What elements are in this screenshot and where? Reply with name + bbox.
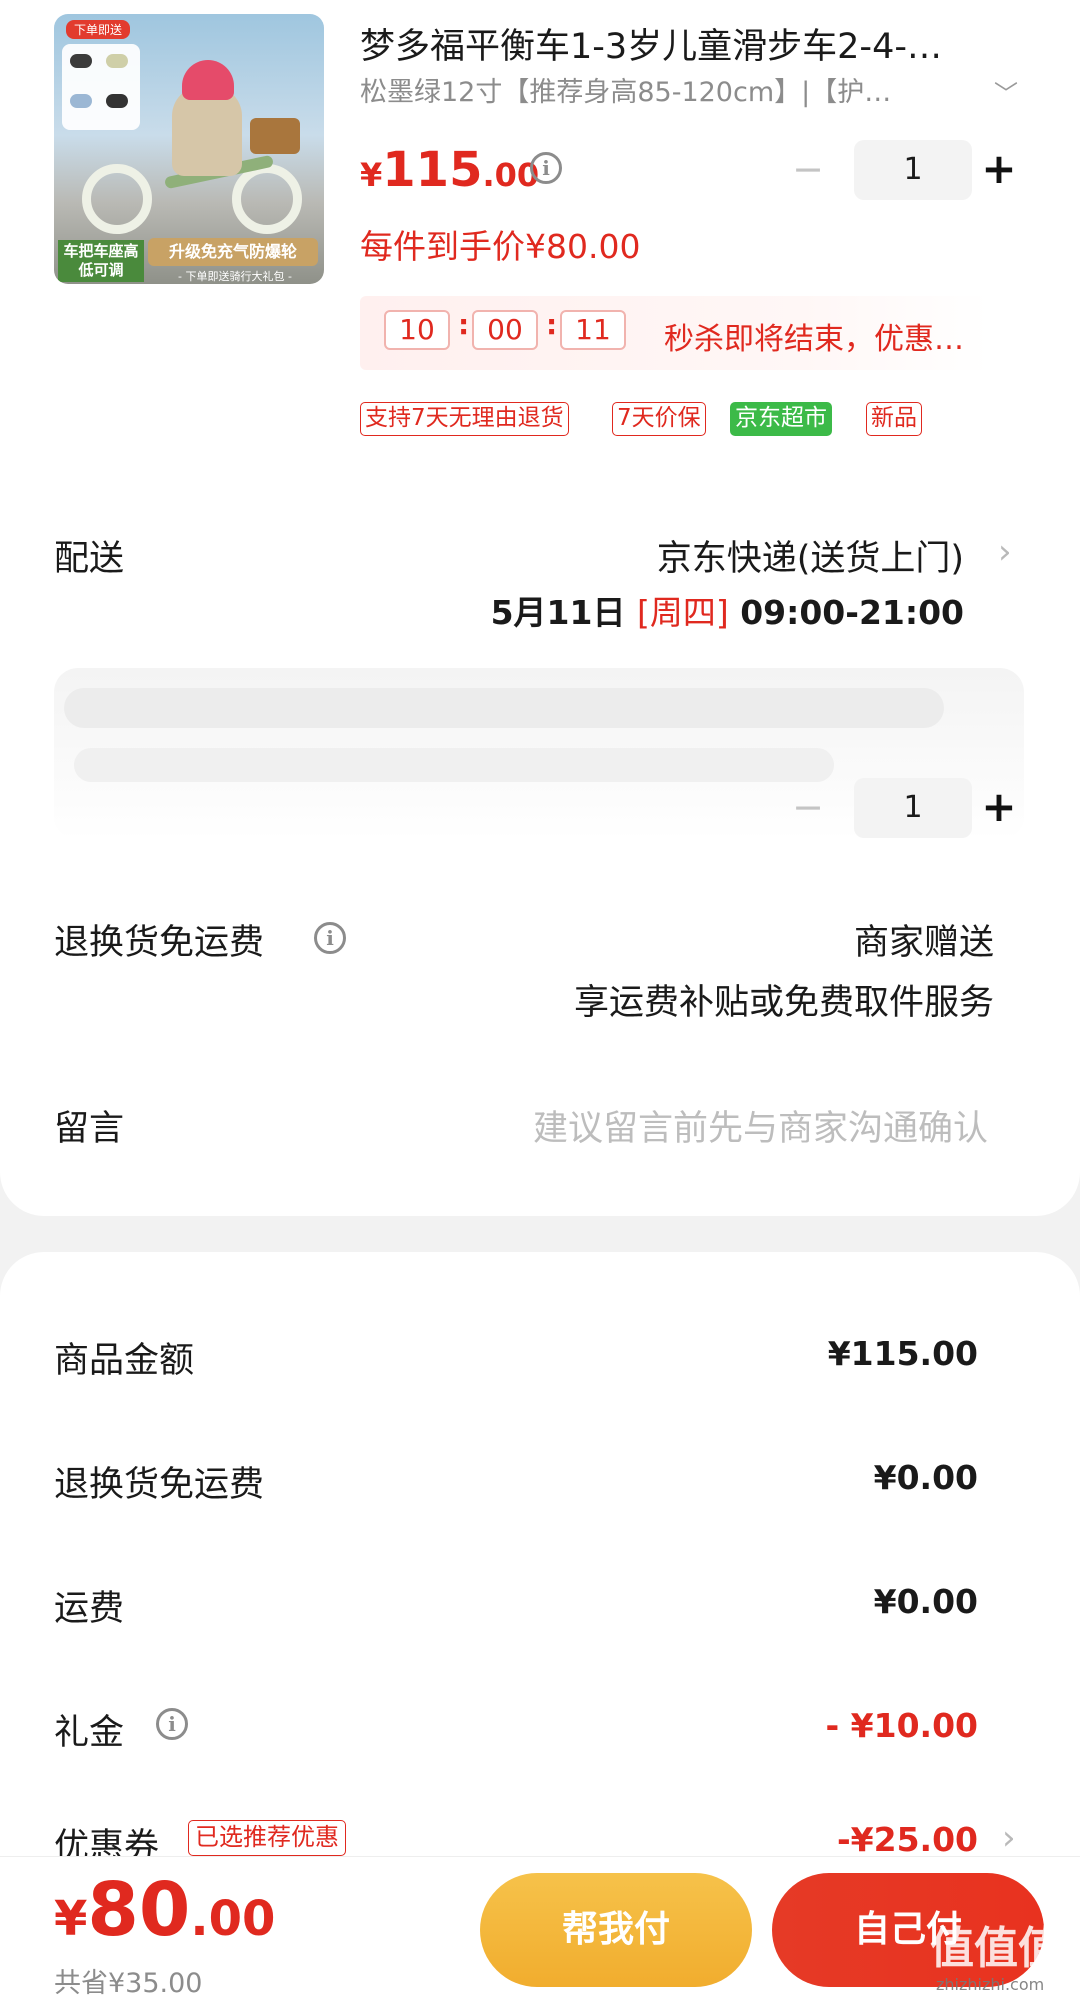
info-icon[interactable]: i xyxy=(156,1708,188,1740)
minus-icon[interactable]: − xyxy=(778,140,838,200)
chevron-right-icon[interactable]: › xyxy=(1002,1818,1016,1858)
image-caption-sub: - 下单即送骑行大礼包 - xyxy=(178,270,292,283)
message-input[interactable]: 建议留言前先与商家沟通确认 xyxy=(533,1100,988,1151)
tag-price-protect: 7天价保 xyxy=(612,402,706,436)
info-icon[interactable]: i xyxy=(530,152,562,184)
tag-jd-supermarket: 京东超市 xyxy=(730,402,832,436)
summary-return-value: ¥0.00 xyxy=(873,1458,978,1497)
chevron-down-icon[interactable]: ﹀ xyxy=(994,74,1018,109)
order-confirm-page: 下单即送 车把车座高低可调 升级免充气防爆轮 - 下单即送骑行大礼包 - 梦多福… xyxy=(0,0,1080,2004)
site-watermark: 值值值 zhizhizhi.com xyxy=(930,1923,1062,1994)
return-shipping-desc: 享运费补贴或免费取件服务 xyxy=(573,983,994,1023)
product-spec[interactable]: 松墨绿12寸【推荐身高85-120cm】|【护… xyxy=(360,70,950,109)
flash-sale-countdown: 10 : 00 : 11 秒杀即将结束，优惠… xyxy=(360,296,990,370)
basket-icon xyxy=(250,118,300,154)
helmet-icon xyxy=(182,60,234,100)
redacted-line xyxy=(64,688,944,728)
product-image[interactable]: 下单即送 车把车座高低可调 升级免充气防爆轮 - 下单即送骑行大礼包 - xyxy=(54,14,324,284)
quantity-stepper-2: − 1 + xyxy=(778,778,1017,838)
delivery-window: 09:00-21:00 xyxy=(740,593,964,632)
summary-gift-value: - ¥10.00 xyxy=(825,1706,978,1745)
countdown-hours: 10 xyxy=(384,310,450,350)
summary-gift-label: 礼金 xyxy=(54,1713,125,1753)
final-unit-price: 每件到手价¥80.00 xyxy=(360,227,641,266)
quantity-input-2[interactable]: 1 xyxy=(854,778,972,838)
countdown-text: 秒杀即将结束，优惠… xyxy=(664,322,964,357)
plus-icon[interactable]: + xyxy=(974,140,1024,200)
help-me-pay-button[interactable]: 帮我付 xyxy=(480,1873,752,1987)
tag-7day-return: 支持7天无理由退货 xyxy=(360,402,569,436)
chevron-right-icon[interactable]: › xyxy=(998,532,1012,572)
summary-goods-label: 商品金额 xyxy=(54,1341,195,1381)
delivery-method[interactable]: 京东快递(送货上门) xyxy=(657,530,964,581)
delivery-time[interactable]: 5月11日 [周四] 09:00-21:00 xyxy=(491,586,964,634)
countdown-seconds: 11 xyxy=(560,310,626,350)
summary-goods-value: ¥115.00 xyxy=(827,1334,978,1373)
bike-wheel-icon xyxy=(232,164,302,234)
countdown-separator: : xyxy=(458,308,470,341)
delivery-label: 配送 xyxy=(54,539,125,579)
image-caption-left: 车把车座高低可调 xyxy=(58,240,144,282)
delivery-weekday: [周四] xyxy=(636,593,729,632)
image-feature-icons xyxy=(62,44,140,130)
order-item-card: 下单即送 车把车座高低可调 升级免充气防爆轮 - 下单即送骑行大礼包 - 梦多福… xyxy=(0,0,1080,1216)
countdown-minutes: 00 xyxy=(472,310,538,350)
summary-shipping-label: 运费 xyxy=(54,1589,125,1629)
redacted-line xyxy=(74,748,834,782)
tag-new: 新品 xyxy=(866,402,922,436)
bike-wheel-icon xyxy=(82,164,152,234)
quantity-input[interactable]: 1 xyxy=(854,140,972,200)
countdown-separator: : xyxy=(546,308,558,341)
image-caption-right: 升级免充气防爆轮 xyxy=(148,238,318,266)
plus-icon[interactable]: + xyxy=(974,778,1024,838)
total-price: ¥80.00 xyxy=(54,1867,276,1953)
coupon-recommended-tag: 已选推荐优惠 xyxy=(188,1820,346,1856)
info-icon[interactable]: i xyxy=(314,922,346,954)
return-shipping-value: 商家赠送 xyxy=(853,923,994,963)
quantity-stepper: − 1 + xyxy=(778,140,1017,200)
image-badge: 下单即送 xyxy=(66,20,131,39)
delivery-date: 5月11日 xyxy=(490,593,626,632)
summary-coupon-value[interactable]: -¥25.00 xyxy=(837,1820,978,1859)
minus-icon[interactable]: − xyxy=(778,778,838,838)
product-title[interactable]: 梦多福平衡车1-3岁儿童滑步车2-4-… xyxy=(360,18,1024,69)
total-saved: 共省¥35.00 xyxy=(54,1968,203,1999)
summary-return-label: 退换货免运费 xyxy=(54,1465,265,1505)
checkout-bar: ¥80.00 共省¥35.00 帮我付 自己付 值值值 zhizhizhi.co… xyxy=(0,1856,1080,2004)
return-shipping-label: 退换货免运费 xyxy=(54,923,265,963)
product-price: ¥115.00 xyxy=(360,142,540,198)
summary-shipping-value: ¥0.00 xyxy=(873,1582,978,1621)
message-label: 留言 xyxy=(54,1109,125,1149)
